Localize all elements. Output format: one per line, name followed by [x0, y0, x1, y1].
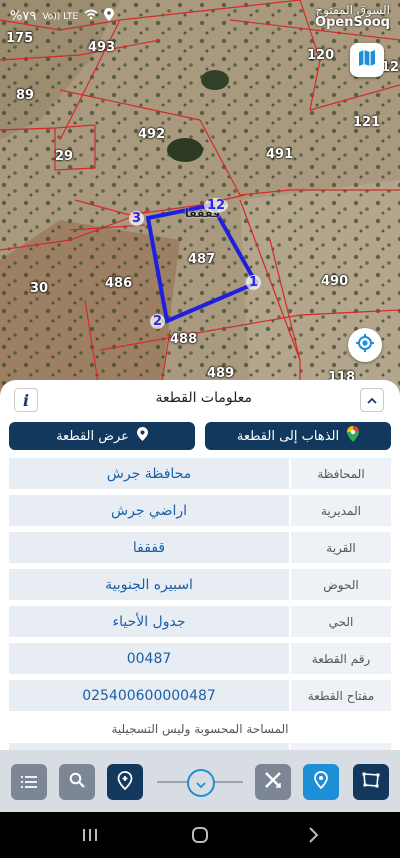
home-icon	[190, 827, 210, 848]
detail-value: 025400600000487	[9, 680, 289, 711]
location-pin-icon	[314, 771, 328, 793]
detail-key: القرية	[291, 532, 391, 563]
battery-level: %٧٩	[10, 9, 37, 24]
info-button[interactable]: i	[14, 388, 38, 412]
polygon-icon	[362, 772, 380, 792]
parcel-info-panel: i معلومات القطعة الذهاب إلى القطعة عرض ا…	[0, 380, 400, 774]
back-chevron-icon	[304, 827, 322, 848]
add-location-icon	[117, 770, 133, 794]
go-to-parcel-label: الذهاب إلى القطعة	[236, 428, 340, 444]
area-note: المساحة المحسوبة وليس التسجيلية	[111, 722, 289, 736]
detail-row: جدول الأحياء الحي	[9, 606, 391, 637]
plot-label: 491	[266, 147, 294, 162]
status-bar: %٧٩ Vo)) LTE السوق المفتوح OpenSooq	[0, 0, 400, 34]
back-button[interactable]	[304, 826, 322, 844]
home-button[interactable]	[190, 826, 210, 844]
detail-value: اراضي جرش	[9, 495, 289, 526]
plot-label: 30	[30, 281, 49, 296]
detail-row: 025400600000487 مفتاح القطعة	[9, 680, 391, 711]
plot-label: 89	[16, 88, 35, 103]
plot-label: 487	[188, 252, 216, 267]
plot-label: 488	[170, 332, 198, 347]
detail-key: المديرية	[291, 495, 391, 526]
parcel-details-table: محافظة جرش المحافظة اراضي جرش المديرية ق…	[9, 458, 391, 780]
detail-key: مفتاح القطعة	[291, 680, 391, 711]
search-button[interactable]	[59, 764, 95, 800]
list-icon	[21, 773, 37, 792]
info-icon: i	[22, 390, 30, 410]
slider-handle[interactable]	[187, 769, 215, 797]
map-icon	[358, 49, 376, 71]
network-indicator: Vo)) LTE	[42, 11, 79, 22]
plot-label: 493	[88, 40, 116, 55]
show-parcel-label: عرض القطعة	[56, 428, 129, 444]
show-parcel-button[interactable]: عرض القطعة	[9, 422, 195, 450]
map-canvas	[0, 0, 400, 395]
chevron-down-icon	[196, 774, 206, 793]
detail-value: جدول الأحياء	[9, 606, 289, 637]
detail-row: محافظة جرش المحافظة	[9, 458, 391, 489]
plot-label: 121	[353, 115, 381, 130]
detail-key: المحافظة	[291, 458, 391, 489]
vertex-marker[interactable]: 12	[204, 198, 229, 213]
location-icon	[104, 8, 115, 25]
wifi-icon	[84, 9, 98, 24]
plot-label: 490	[321, 274, 349, 289]
go-to-parcel-button[interactable]: الذهاب إلى القطعة	[205, 422, 391, 450]
bottom-toolbar	[0, 750, 400, 812]
search-icon	[69, 772, 85, 792]
vertex-marker[interactable]: 3	[129, 211, 145, 226]
vertex-marker[interactable]: 1	[246, 275, 262, 290]
polygon-tool-button[interactable]	[353, 764, 389, 800]
opacity-slider[interactable]	[157, 769, 243, 797]
plot-label: 486	[105, 276, 133, 291]
detail-value: 00487	[9, 643, 289, 674]
satellite-map[interactable]: %٧٩ Vo)) LTE السوق المفتوح OpenSooq 175 …	[0, 0, 400, 395]
detail-row: اراضي جرش المديرية	[9, 495, 391, 526]
my-location-button[interactable]	[348, 328, 382, 362]
detail-row: اسبيره الجنوبية الحوض	[9, 569, 391, 600]
detail-row: قفقفا القرية	[9, 532, 391, 563]
detail-value: اسبيره الجنوبية	[9, 569, 289, 600]
detail-key: رقم القطعة	[291, 643, 391, 674]
panel-title: معلومات القطعة	[155, 390, 253, 406]
plot-label: 120	[307, 48, 335, 63]
collapse-button[interactable]	[360, 388, 384, 412]
plot-label: 29	[55, 149, 74, 164]
list-button[interactable]	[11, 764, 47, 800]
pin-icon	[136, 427, 148, 445]
panel-header: i معلومات القطعة	[0, 380, 400, 420]
brand-english: OpenSooq	[315, 15, 390, 30]
detail-key: الحي	[291, 606, 391, 637]
plot-label: 175	[6, 31, 34, 46]
detail-row: 00487 رقم القطعة	[9, 643, 391, 674]
detail-value: قفقفا	[9, 532, 289, 563]
vertex-marker[interactable]: 2	[150, 314, 166, 329]
ruler-pencil-icon	[264, 771, 282, 793]
recent-apps-button[interactable]	[78, 826, 102, 844]
opensooq-brand: السوق المفتوح OpenSooq	[315, 3, 390, 30]
recent-apps-icon	[78, 829, 102, 848]
crosshair-icon	[355, 333, 375, 357]
plot-label: 492	[138, 127, 166, 142]
location-pin-button[interactable]	[303, 764, 339, 800]
detail-key: الحوض	[291, 569, 391, 600]
system-nav-bar	[0, 812, 400, 858]
add-location-button[interactable]	[107, 764, 143, 800]
plot-label: 489	[207, 366, 235, 381]
detail-value: محافظة جرش	[9, 458, 289, 489]
chevron-up-icon	[367, 393, 377, 407]
measure-tool-button[interactable]	[255, 764, 291, 800]
map-layers-button[interactable]	[350, 43, 384, 77]
google-maps-pin-icon	[347, 426, 360, 446]
